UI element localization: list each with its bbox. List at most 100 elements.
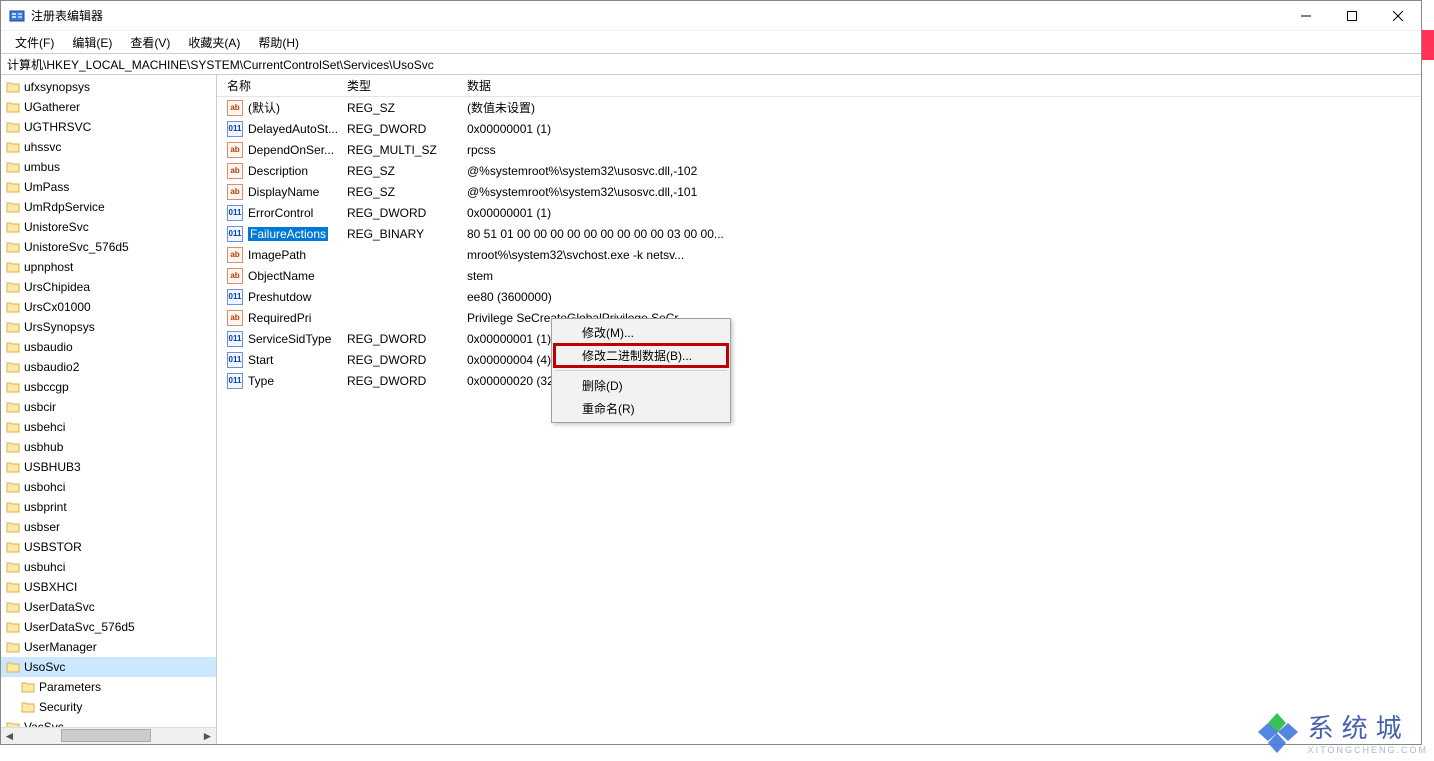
list-row[interactable]: abImagePathmroot%\system32\svchost.exe -… xyxy=(217,244,1421,265)
tree-item-label: UrsChipidea xyxy=(24,280,90,294)
value-binary-icon: 011 xyxy=(227,205,243,221)
right-edge-indicator xyxy=(1422,30,1434,60)
tree-item-label: USBXHCI xyxy=(24,580,77,594)
tree-item-usbcir[interactable]: usbcir xyxy=(1,397,216,417)
tree-item-usosvc[interactable]: UsoSvc xyxy=(1,657,216,677)
tree-item-usbehci[interactable]: usbehci xyxy=(1,417,216,437)
tree-item-usbhub[interactable]: usbhub xyxy=(1,437,216,457)
tree-h-scrollbar[interactable]: ◄ ► xyxy=(1,727,216,744)
scroll-thumb[interactable] xyxy=(61,729,151,742)
tree-item-usbxhci[interactable]: USBXHCI xyxy=(1,577,216,597)
tree-item-umrdpservice[interactable]: UmRdpService xyxy=(1,197,216,217)
tree-item-usbhub3[interactable]: USBHUB3 xyxy=(1,457,216,477)
col-header-data[interactable]: 数据 xyxy=(457,77,1421,94)
maximize-button[interactable] xyxy=(1329,1,1375,31)
menu-favorites[interactable]: 收藏夹(A) xyxy=(180,32,248,53)
tree-item-upnphost[interactable]: upnphost xyxy=(1,257,216,277)
scroll-right-icon[interactable]: ► xyxy=(199,728,216,745)
list-body[interactable]: ab(默认)REG_SZ(数值未设置)011DelayedAutoSt...RE… xyxy=(217,97,1421,744)
context-menu: 修改(M)...修改二进制数据(B)... 删除(D)重命名(R) xyxy=(551,318,731,423)
value-data: @%systemroot%\system32\usosvc.dll,-101 xyxy=(457,185,1421,199)
menu-help[interactable]: 帮助(H) xyxy=(250,32,307,53)
tree-item-label: UsoSvc xyxy=(24,660,65,674)
tree-item-usermanager[interactable]: UserManager xyxy=(1,637,216,657)
context-menu-item[interactable]: 修改(M)... xyxy=(554,321,728,344)
folder-icon xyxy=(6,341,20,353)
value-data: 0x00000001 (1) xyxy=(457,122,1421,136)
tree-body[interactable]: ufxsynopsysUGathererUGTHRSVCuhssvcumbusU… xyxy=(1,75,216,727)
context-menu-item[interactable]: 重命名(R) xyxy=(554,397,728,420)
list-row[interactable]: abDescriptionREG_SZ@%systemroot%\system3… xyxy=(217,160,1421,181)
tree-item-unistoresvc_576d5[interactable]: UnistoreSvc_576d5 xyxy=(1,237,216,257)
list-row[interactable]: 011ErrorControlREG_DWORD0x00000001 (1) xyxy=(217,202,1421,223)
tree-item-usbprint[interactable]: usbprint xyxy=(1,497,216,517)
tree-item-label: usbohci xyxy=(24,480,65,494)
tree-item-umbus[interactable]: umbus xyxy=(1,157,216,177)
tree-item-label: UGTHRSVC xyxy=(24,120,91,134)
list-row[interactable]: abRequiredPriPrivilege SeCreateGlobalPri… xyxy=(217,307,1421,328)
app-window: 注册表编辑器 文件(F) 编辑(E) 查看(V) 收藏夹(A) 帮助(H) uf… xyxy=(0,0,1422,745)
tree-item-usbuhci[interactable]: usbuhci xyxy=(1,557,216,577)
tree-item-ugthrsvc[interactable]: UGTHRSVC xyxy=(1,117,216,137)
tree-item-label: UGatherer xyxy=(24,100,80,114)
folder-icon xyxy=(6,661,20,673)
tree-item-usbccgp[interactable]: usbccgp xyxy=(1,377,216,397)
folder-icon xyxy=(6,601,20,613)
tree-item-label: UnistoreSvc_576d5 xyxy=(24,240,129,254)
col-header-name[interactable]: 名称 xyxy=(217,77,337,94)
folder-icon xyxy=(6,221,20,233)
list-row[interactable]: 011FailureActionsREG_BINARY80 51 01 00 0… xyxy=(217,223,1421,244)
list-row[interactable]: 011TypeREG_DWORD0x00000020 (32) xyxy=(217,370,1421,391)
list-row[interactable]: abDisplayNameREG_SZ@%systemroot%\system3… xyxy=(217,181,1421,202)
scroll-left-icon[interactable]: ◄ xyxy=(1,728,18,745)
tree-item-urssynopsys[interactable]: UrsSynopsys xyxy=(1,317,216,337)
tree-item-label: usbcir xyxy=(24,400,56,414)
tree-item-ugatherer[interactable]: UGatherer xyxy=(1,97,216,117)
tree-item-usbohci[interactable]: usbohci xyxy=(1,477,216,497)
tree-item-usbser[interactable]: usbser xyxy=(1,517,216,537)
value-data: stem xyxy=(457,269,1421,283)
menu-view[interactable]: 查看(V) xyxy=(122,32,178,53)
context-menu-item[interactable]: 修改二进制数据(B)... xyxy=(554,344,728,367)
minimize-button[interactable] xyxy=(1283,1,1329,31)
menu-edit[interactable]: 编辑(E) xyxy=(64,32,120,53)
tree-item-ufxsynopsys[interactable]: ufxsynopsys xyxy=(1,77,216,97)
folder-icon xyxy=(6,481,20,493)
menu-file[interactable]: 文件(F) xyxy=(7,32,62,53)
tree-item-label: ufxsynopsys xyxy=(24,80,90,94)
tree-item-parameters[interactable]: Parameters xyxy=(1,677,216,697)
tree-item-unistoresvc[interactable]: UnistoreSvc xyxy=(1,217,216,237)
tree-item-urschipidea[interactable]: UrsChipidea xyxy=(1,277,216,297)
value-string-icon: ab xyxy=(227,100,243,116)
titlebar: 注册表编辑器 xyxy=(1,1,1421,31)
tree-item-userdatasvc[interactable]: UserDataSvc xyxy=(1,597,216,617)
list-row[interactable]: 011ServiceSidTypeREG_DWORD0x00000001 (1) xyxy=(217,328,1421,349)
tree-item-usbaudio2[interactable]: usbaudio2 xyxy=(1,357,216,377)
col-header-type[interactable]: 类型 xyxy=(337,77,457,94)
value-type: REG_SZ xyxy=(337,185,457,199)
tree-item-uhssvc[interactable]: uhssvc xyxy=(1,137,216,157)
list-row[interactable]: abDependOnSer...REG_MULTI_SZrpcss xyxy=(217,139,1421,160)
tree-item-label: usbehci xyxy=(24,420,65,434)
tree-item-security[interactable]: Security xyxy=(1,697,216,717)
list-row[interactable]: 011StartREG_DWORD0x00000004 (4) xyxy=(217,349,1421,370)
tree-item-usbstor[interactable]: USBSTOR xyxy=(1,537,216,557)
context-menu-item[interactable]: 删除(D) xyxy=(554,374,728,397)
value-type: REG_SZ xyxy=(337,164,457,178)
tree-item-userdatasvc_576d5[interactable]: UserDataSvc_576d5 xyxy=(1,617,216,637)
list-row[interactable]: abObjectNamestem xyxy=(217,265,1421,286)
value-data: 0x00000001 (1) xyxy=(457,206,1421,220)
close-button[interactable] xyxy=(1375,1,1421,31)
tree-item-urscx01000[interactable]: UrsCx01000 xyxy=(1,297,216,317)
tree-item-umpass[interactable]: UmPass xyxy=(1,177,216,197)
list-row[interactable]: 011Preshutdowee80 (3600000) xyxy=(217,286,1421,307)
list-row[interactable]: 011DelayedAutoSt...REG_DWORD0x00000001 (… xyxy=(217,118,1421,139)
value-name: Description xyxy=(248,164,308,178)
tree-item-label: usbhub xyxy=(24,440,63,454)
address-input[interactable] xyxy=(1,54,1421,74)
tree-item-label: UserManager xyxy=(24,640,97,654)
tree-item-usbaudio[interactable]: usbaudio xyxy=(1,337,216,357)
tree-item-vacsvc[interactable]: VacSvc xyxy=(1,717,216,727)
list-row[interactable]: ab(默认)REG_SZ(数值未设置) xyxy=(217,97,1421,118)
folder-icon xyxy=(6,281,20,293)
